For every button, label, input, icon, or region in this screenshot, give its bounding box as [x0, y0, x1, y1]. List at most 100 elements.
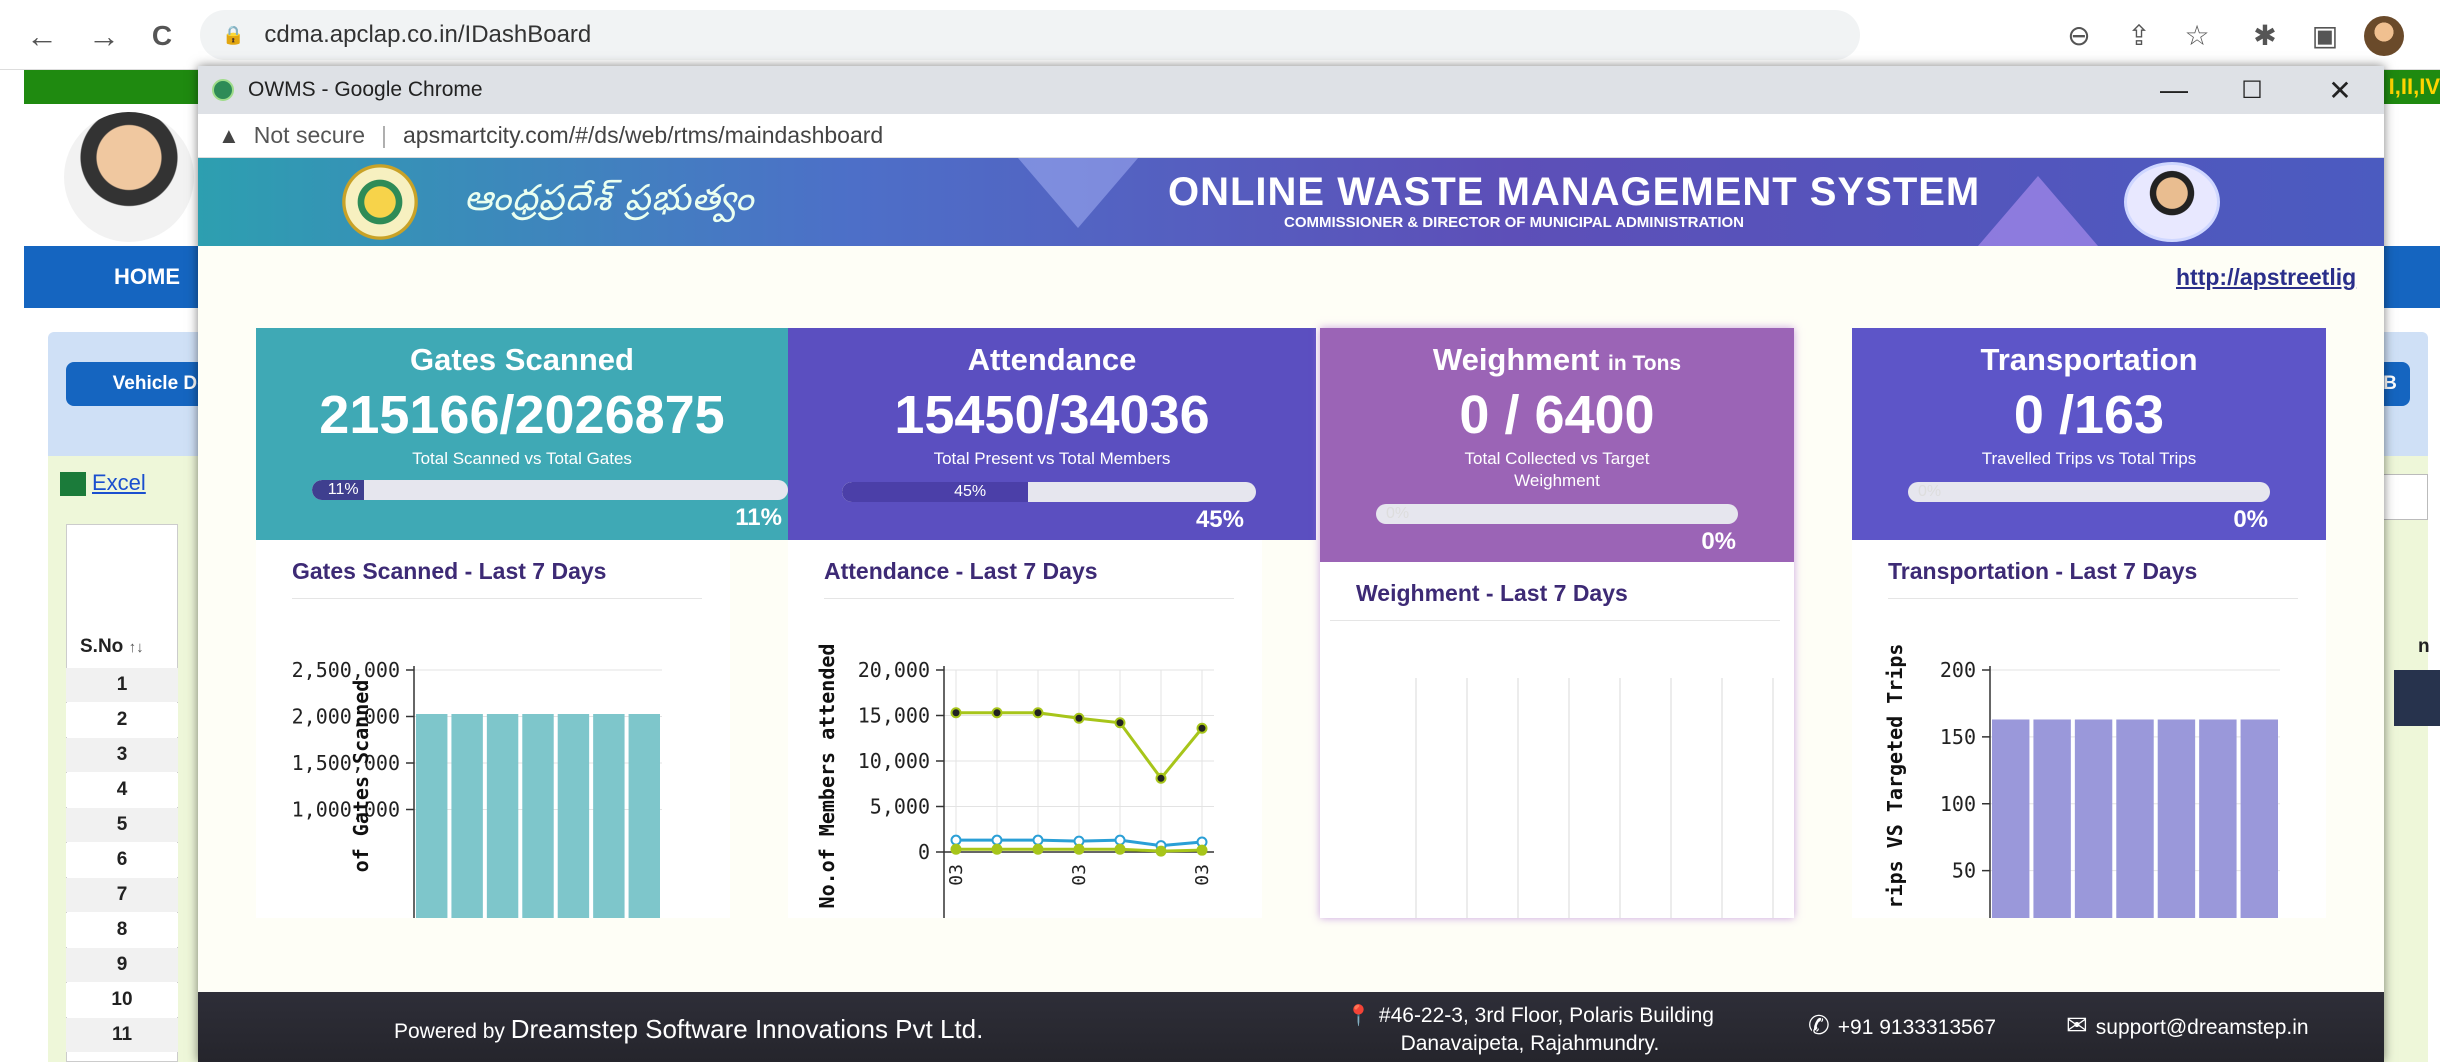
- card-percent: 0%: [2233, 506, 2268, 533]
- maximize-button[interactable]: ☐: [2222, 70, 2282, 110]
- chart-title: Weighment - Last 7 Days: [1356, 580, 1628, 606]
- series-point: [1073, 843, 1085, 855]
- bg-sno-header[interactable]: S.No ↑↓: [80, 636, 144, 658]
- side-panel-icon[interactable]: ▣: [2304, 14, 2346, 56]
- bg-table-row[interactable]: 11: [66, 1018, 178, 1052]
- bar: [2033, 719, 2071, 918]
- y-axis-label: rips VS Targeted Trips: [1883, 644, 1907, 909]
- card-weighment: Weighment in Tons 0 / 6400 Total Collect…: [1320, 328, 1794, 918]
- extensions-icon[interactable]: ✱: [2244, 14, 2286, 56]
- y-tick-label: 2,000,000: [292, 705, 400, 729]
- popup-address-bar[interactable]: ▲ Not secure | apsmartcity.com/#/ds/web/…: [198, 114, 2384, 158]
- minimize-button[interactable]: —: [2144, 70, 2204, 110]
- banner-subtitle: COMMISSIONER & DIRECTOR OF MUNICIPAL ADM…: [1284, 214, 1744, 231]
- y-tick-label: 150: [1940, 725, 1976, 749]
- star-icon[interactable]: ☆: [2176, 14, 2218, 56]
- bg-table-row[interactable]: 6: [66, 843, 178, 877]
- bg-table-row[interactable]: 4: [66, 773, 178, 807]
- x-tick-label: 03: [946, 864, 967, 886]
- address-bar[interactable]: 🔒 cdma.apclap.co.in/IDashBoard: [200, 10, 1860, 60]
- bg-search-input[interactable]: [2382, 474, 2428, 520]
- favicon-icon: [212, 79, 234, 101]
- excel-icon: [60, 472, 86, 497]
- bar: [593, 714, 625, 918]
- bar: [451, 714, 483, 918]
- card-value: 0 /163: [2013, 385, 2165, 445]
- bg-table-row[interactable]: 9: [66, 948, 178, 982]
- series-point: [1196, 722, 1208, 734]
- lock-icon: 🔒: [222, 24, 245, 45]
- bar: [2074, 719, 2113, 918]
- progress-fill: 11%: [312, 480, 365, 500]
- chart-title: Transportation - Last 7 Days: [1888, 558, 2198, 584]
- card-value: 15450/34036: [894, 385, 1210, 445]
- bar: [522, 714, 554, 918]
- card-transportation: Transportation 0 /163 Travelled Trips vs…: [1852, 328, 2326, 918]
- bg-dark-button[interactable]: [2394, 670, 2440, 726]
- close-button[interactable]: ✕: [2310, 70, 2370, 110]
- card-percent: 45%: [1195, 506, 1244, 533]
- footer-company[interactable]: Dreamstep Software Innovations Pvt Ltd.: [511, 1014, 984, 1044]
- y-tick-label: 50: [1952, 859, 1976, 883]
- series-point: [1196, 844, 1208, 856]
- address-url: cdma.apclap.co.in/IDashBoard: [264, 21, 592, 48]
- popup-titlebar: OWMS - Google Chrome: [198, 66, 2384, 114]
- series-point: [1032, 834, 1044, 846]
- card-attendance: Attendance 15450/34036 Total Present vs …: [788, 328, 1316, 918]
- banner: ఆంధ్రప్రదేశ్ ప్రభుత్వం ONLINE WASTE MANA…: [198, 158, 2384, 246]
- x-tick-label: 03: [1069, 864, 1090, 886]
- card-title: Weighment in Tons: [1432, 342, 1682, 377]
- forward-icon[interactable]: →: [82, 14, 126, 58]
- y-tick-label: 5,000: [870, 795, 930, 819]
- mail-icon: ✉: [2066, 1010, 2088, 1040]
- back-icon[interactable]: ←: [20, 14, 64, 58]
- screen: ← → C 🔒 cdma.apclap.co.in/IDashBoard ⊖ ⇪…: [0, 0, 2440, 1062]
- card-title-suffix: in Tons: [1608, 352, 1682, 375]
- bg-table-row[interactable]: 8: [66, 913, 178, 947]
- popup-window: OWMS - Google Chrome — ☐ ✕ ▲ Not secure …: [198, 66, 2384, 1062]
- y-tick-label: 200: [1940, 658, 1976, 682]
- footer-address-line2: Danavaipeta, Rajahmundry.: [1400, 1032, 1660, 1055]
- external-link[interactable]: http://apstreetlig: [2176, 264, 2356, 291]
- bar: [557, 714, 590, 918]
- browser-toolbar: ← → C 🔒 cdma.apclap.co.in/IDashBoard ⊖ ⇪…: [0, 0, 2440, 70]
- bar: [628, 714, 660, 918]
- reload-icon[interactable]: C: [140, 14, 184, 58]
- share-icon[interactable]: ⇪: [2118, 14, 2160, 56]
- profile-avatar[interactable]: [2364, 16, 2404, 56]
- card-subtitle: Total Present vs Total Members: [933, 449, 1171, 468]
- location-icon: 📍: [1346, 1005, 1371, 1027]
- series-point: [950, 834, 962, 846]
- y-tick-label: 20,000: [858, 658, 930, 682]
- series-point: [1155, 845, 1167, 857]
- y-tick-label: 15,000: [858, 704, 930, 728]
- bg-table-row[interactable]: 3: [66, 738, 178, 772]
- bg-table-row[interactable]: 5: [66, 808, 178, 842]
- card-subtitle: Total Scanned vs Total Gates: [412, 449, 632, 468]
- zoom-icon[interactable]: ⊖: [2058, 14, 2100, 56]
- bar: [2240, 719, 2278, 918]
- bg-right-header: n: [2418, 636, 2430, 657]
- bg-table-row[interactable]: 1: [66, 668, 178, 702]
- bg-table-row[interactable]: 10: [66, 983, 178, 1017]
- y-tick-label: 10,000: [858, 749, 930, 773]
- bar: [416, 714, 448, 918]
- bg-table-row[interactable]: 7: [66, 878, 178, 912]
- bg-nav-home[interactable]: HOME: [114, 264, 180, 290]
- series-point: [1114, 843, 1126, 855]
- chart-divider: [1888, 598, 2298, 599]
- bg-excel-link[interactable]: Excel: [60, 470, 146, 497]
- bar: [2116, 719, 2154, 918]
- footer-phone[interactable]: ✆ +91 9133313567: [1808, 1010, 1996, 1041]
- card-title: Gates Scanned: [410, 342, 634, 377]
- footer-email[interactable]: ✉ support@dreamstep.in: [2066, 1010, 2309, 1041]
- card-gates-scanned: Gates Scanned 215166/2026875 Total Scann…: [256, 328, 788, 918]
- progress-fill: 0%: [1918, 483, 1942, 500]
- progress-bar: 45%: [842, 482, 1256, 502]
- bg-table-row[interactable]: 2: [66, 703, 178, 737]
- footer-powered-by: Powered by Dreamstep Software Innovation…: [394, 1014, 984, 1044]
- card-value: 0 / 6400: [1459, 385, 1655, 445]
- chart-title: Gates Scanned - Last 7 Days: [292, 558, 607, 584]
- popup-window-title: OWMS - Google Chrome: [248, 78, 483, 101]
- popup-url: apsmartcity.com/#/ds/web/rtms/maindashbo…: [402, 122, 884, 148]
